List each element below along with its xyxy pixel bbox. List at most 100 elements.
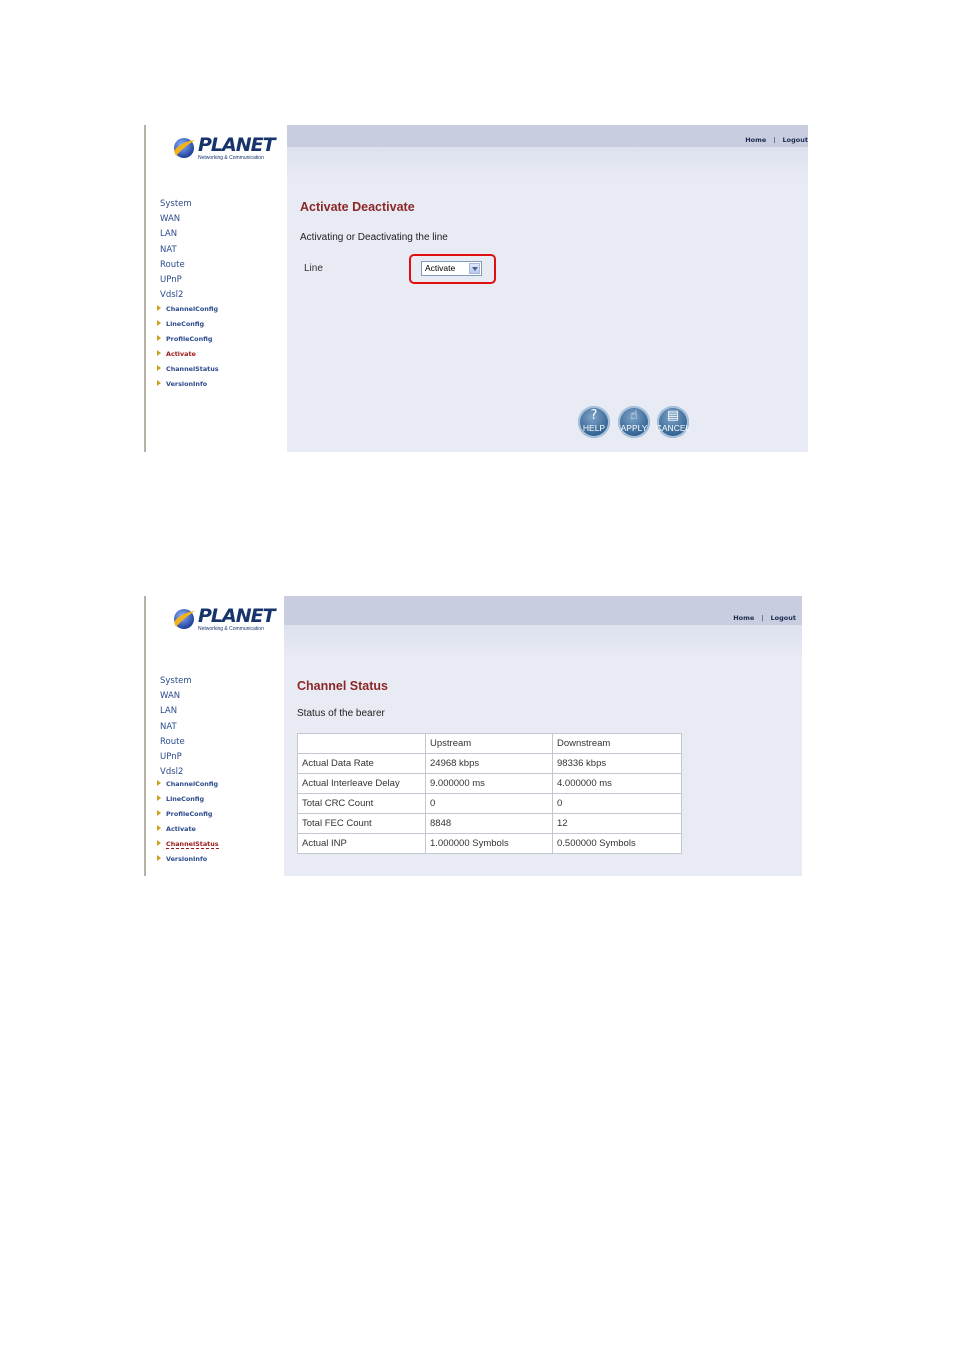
help-button[interactable]: ? HELP — [578, 406, 610, 438]
table-row: Total CRC Count 0 0 — [297, 793, 682, 814]
submenu-item-channelstatus[interactable]: ChannelStatus — [157, 837, 219, 852]
menu-item-lan[interactable]: LAN — [160, 227, 192, 242]
channel-status-table: Upstream Downstream Actual Data Rate 249… — [297, 733, 682, 854]
table-header-row: Upstream Downstream — [297, 733, 682, 754]
arrow-right-icon — [157, 335, 161, 342]
line-select-value: Activate — [425, 263, 456, 273]
brand-tagline: Networking & Communication — [198, 155, 264, 161]
menu-item-system[interactable]: System — [160, 674, 192, 689]
downstream-value: 98336 kbps — [552, 753, 682, 774]
activate-screenshot: PLANET Networking & Communication System… — [144, 125, 808, 452]
submenu-item-lineconfig[interactable]: LineConfig — [157, 792, 219, 807]
submenu-item-profileconfig[interactable]: ProfileConfig — [157, 332, 219, 347]
menu-item-upnp[interactable]: UPnP — [160, 750, 192, 765]
arrow-right-icon — [157, 855, 161, 862]
sidebar: PLANET Networking & Communication System… — [144, 596, 284, 876]
menu-item-route[interactable]: Route — [160, 735, 192, 750]
column-header — [297, 733, 426, 754]
page-description: Activating or Deactivating the line — [300, 232, 448, 243]
planet-logo: PLANET Networking & Communication — [172, 605, 276, 632]
top-links: Home | Logout — [745, 136, 808, 144]
logout-link[interactable]: Logout — [783, 136, 808, 144]
home-link[interactable]: Home — [745, 136, 766, 144]
top-bar — [284, 596, 802, 625]
arrow-right-icon — [157, 780, 161, 786]
arrow-right-icon — [157, 840, 161, 847]
table-row: Actual Interleave Delay 9.000000 ms 4.00… — [297, 773, 682, 794]
menu-item-upnp[interactable]: UPnP — [160, 273, 192, 288]
submenu-item-channelconfig[interactable]: ChannelConfig — [157, 302, 219, 317]
planet-globe-icon — [174, 609, 195, 629]
planet-globe-icon — [174, 138, 195, 158]
arrow-right-icon — [157, 350, 161, 357]
apply-button[interactable]: ☝ APPLY — [618, 406, 650, 438]
planet-logo: PLANET Networking & Communication — [172, 134, 276, 161]
brand-tagline: Networking & Communication — [198, 626, 264, 632]
line-select[interactable]: Activate — [421, 261, 482, 276]
upstream-value: 24968 kbps — [425, 753, 553, 774]
upstream-value: 9.000000 ms — [425, 773, 553, 794]
home-link[interactable]: Home — [733, 614, 754, 622]
arrow-right-icon — [157, 305, 161, 311]
chevron-down-icon[interactable] — [469, 263, 480, 274]
top-links: Home | Logout — [733, 614, 796, 622]
submenu-item-versioninfo[interactable]: VersionInfo — [157, 852, 219, 867]
page-description: Status of the bearer — [297, 708, 385, 719]
row-label: Actual Data Rate — [297, 753, 426, 774]
menu-item-wan[interactable]: WAN — [160, 689, 192, 704]
row-label: Total FEC Count — [297, 813, 426, 834]
column-header-downstream: Downstream — [552, 733, 682, 754]
vdsl2-submenu: ChannelConfig LineConfig ProfileConfig A… — [157, 777, 219, 868]
submenu-item-channelstatus[interactable]: ChannelStatus — [157, 362, 219, 377]
main-menu: System WAN LAN NAT Route UPnP Vdsl2 — [160, 197, 192, 303]
menu-item-nat[interactable]: NAT — [160, 720, 192, 735]
trash-icon: ▤ — [666, 408, 680, 423]
apply-hand-icon: ☝ — [630, 408, 638, 423]
menu-item-route[interactable]: Route — [160, 258, 192, 273]
submenu-item-channelconfig[interactable]: ChannelConfig — [157, 777, 219, 792]
brand-name: PLANET — [198, 605, 276, 627]
table-row: Actual INP 1.000000 Symbols 0.500000 Sym… — [297, 833, 682, 854]
downstream-value: 0 — [552, 793, 682, 814]
content-panel: Home | Logout Channel Status Status of the… — [284, 596, 802, 876]
arrow-right-icon — [157, 810, 161, 817]
downstream-value: 0.500000 Symbols — [552, 833, 682, 854]
content-panel: Home | Logout Activate Deactivate Activati… — [287, 125, 808, 452]
submenu-item-versioninfo[interactable]: VersionInfo — [157, 377, 219, 392]
row-label: Total CRC Count — [297, 793, 426, 814]
submenu-item-lineconfig[interactable]: LineConfig — [157, 317, 219, 332]
upstream-value: 8848 — [425, 813, 553, 834]
submenu-item-activate[interactable]: Activate — [157, 347, 219, 362]
upstream-value: 1.000000 Symbols — [425, 833, 553, 854]
arrow-right-icon — [157, 365, 161, 372]
table-row: Actual Data Rate 24968 kbps 98336 kbps — [297, 753, 682, 774]
downstream-value: 12 — [552, 813, 682, 834]
main-menu: System WAN LAN NAT Route UPnP Vdsl2 — [160, 674, 192, 780]
arrow-right-icon — [157, 320, 161, 327]
menu-item-nat[interactable]: NAT — [160, 243, 192, 258]
menu-item-lan[interactable]: LAN — [160, 704, 192, 719]
downstream-value: 4.000000 ms — [552, 773, 682, 794]
menu-item-system[interactable]: System — [160, 197, 192, 212]
column-header-upstream: Upstream — [425, 733, 553, 754]
logout-link[interactable]: Logout — [771, 614, 796, 622]
arrow-right-icon — [157, 380, 161, 387]
channel-status-screenshot: PLANET Networking & Communication System… — [144, 596, 802, 876]
row-label: Actual INP — [297, 833, 426, 854]
line-label: Line — [304, 263, 323, 274]
row-label: Actual Interleave Delay — [297, 773, 426, 794]
vdsl2-submenu: ChannelConfig LineConfig ProfileConfig A… — [157, 302, 219, 393]
brand-name: PLANET — [198, 134, 276, 156]
submenu-item-profileconfig[interactable]: ProfileConfig — [157, 807, 219, 822]
page-title: Channel Status — [297, 679, 388, 693]
cancel-button[interactable]: ▤ CANCEL — [656, 406, 690, 438]
table-row: Total FEC Count 8848 12 — [297, 813, 682, 834]
upstream-value: 0 — [425, 793, 553, 814]
top-bar — [287, 125, 808, 147]
question-icon: ? — [590, 408, 598, 423]
menu-item-wan[interactable]: WAN — [160, 212, 192, 227]
submenu-item-activate[interactable]: Activate — [157, 822, 219, 837]
page-title: Activate Deactivate — [300, 200, 415, 214]
arrow-right-icon — [157, 825, 161, 832]
arrow-right-icon — [157, 795, 161, 802]
